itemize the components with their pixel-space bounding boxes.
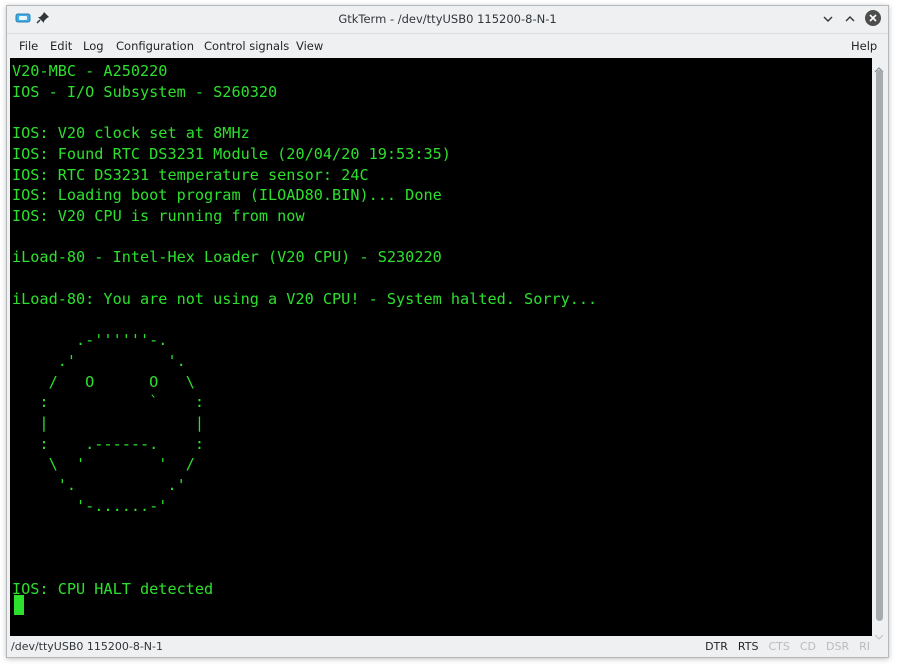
gtkterm-window: GtkTerm - /dev/ttyUSB0 115200-8-N-1 File… [6,5,889,658]
menu-edit[interactable]: Edit [50,39,72,53]
menu-file[interactable]: File [19,39,38,53]
signal-dsr: DSR [826,640,850,653]
vertical-scrollbar[interactable] [872,58,886,640]
signal-cd: CD [799,640,816,653]
menu-log[interactable]: Log [83,39,104,53]
control-signals: DTR RTS CTS CD DSR RI [705,640,870,653]
signal-rts: RTS [737,640,759,653]
maximize-icon[interactable] [843,11,857,30]
scrollbar-thumb[interactable] [876,70,883,621]
menu-help[interactable]: Help [851,39,877,53]
window-title: GtkTerm - /dev/ttyUSB0 115200-8-N-1 [338,12,557,26]
terminal-text: V20-MBC - A250220 IOS - I/O Subsystem - … [12,62,598,598]
menu-configuration[interactable]: Configuration [116,39,194,53]
signal-ri: RI [859,640,870,653]
menu-bar: File Edit Log Configuration Control sign… [7,34,888,58]
menu-view[interactable]: View [296,39,323,53]
port-status: /dev/ttyUSB0 115200-8-N-1 [11,640,164,653]
menu-control-signals[interactable]: Control signals [204,39,289,53]
status-bar: /dev/ttyUSB0 115200-8-N-1 DTR RTS CTS CD… [7,636,888,658]
title-bar[interactable]: GtkTerm - /dev/ttyUSB0 115200-8-N-1 [7,6,888,34]
terminal-output[interactable]: V20-MBC - A250220 IOS - I/O Subsystem - … [10,58,872,636]
minimize-icon[interactable] [821,11,835,30]
signal-dtr: DTR [705,640,728,653]
close-icon[interactable] [864,9,882,31]
text-cursor [14,595,24,615]
signal-cts: CTS [768,640,790,653]
